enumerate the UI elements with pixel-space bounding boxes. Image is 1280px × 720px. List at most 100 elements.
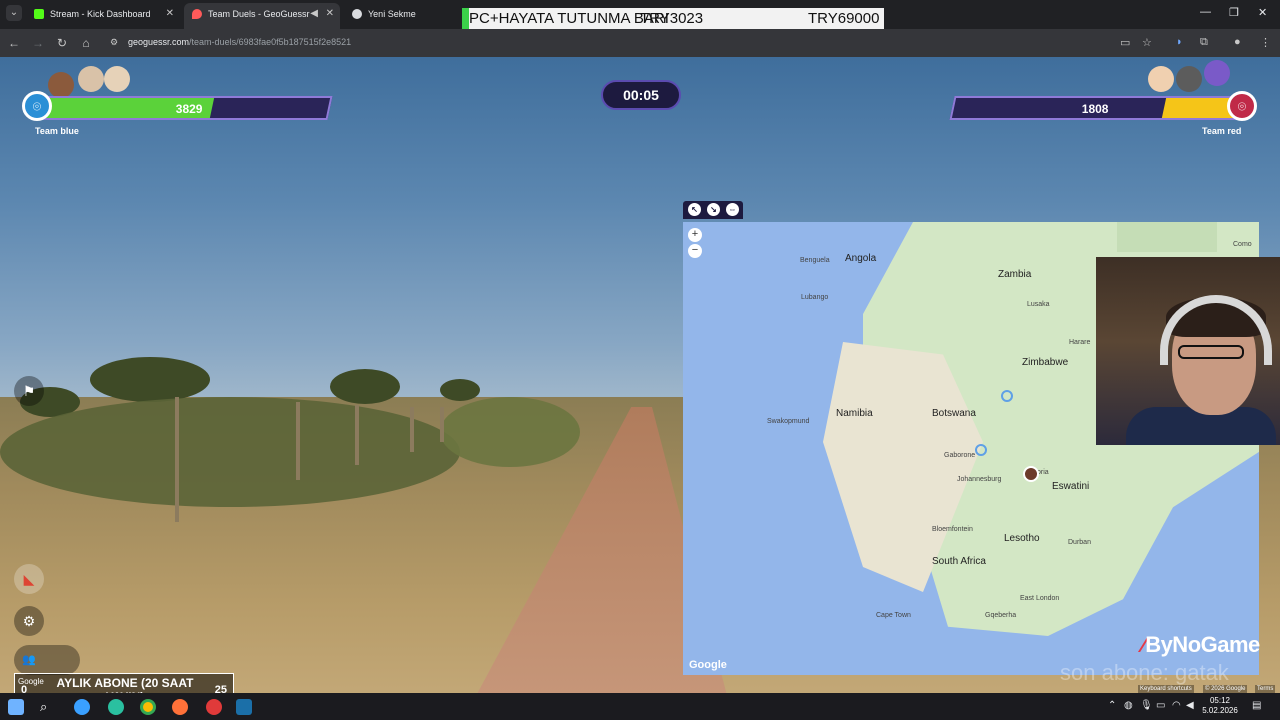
clock-time: 05:12	[1209, 696, 1231, 705]
close-icon[interactable]: ✕	[166, 3, 174, 25]
team-chat-button[interactable]: 👥	[14, 645, 80, 675]
close-icon[interactable]: ✕	[326, 3, 334, 25]
label-lusaka: Lusaka	[1027, 301, 1050, 308]
fence-post	[175, 397, 179, 522]
terms-link[interactable]: Terms	[1255, 685, 1276, 693]
url-host: geoguessr.com	[128, 37, 190, 47]
clock-date: 5.02.2026	[1202, 706, 1238, 715]
label-zambia: Zambia	[998, 269, 1032, 280]
team-red-pin-icon: ⌾	[1227, 91, 1257, 121]
url-path: /team-duels/6983fae0f5b187515f2e8521	[189, 37, 352, 47]
wifi-icon[interactable]: ◠	[1172, 700, 1181, 711]
team-icon: 👥	[22, 654, 36, 666]
player-avatar	[104, 66, 130, 92]
tab-new-tab[interactable]: Yeni Sekme	[344, 3, 454, 25]
map-shrink-icon[interactable]: ↖	[688, 203, 701, 216]
address-bar[interactable]: ⚙ geoguessr.com/team-duels/6983fae0f5b18…	[104, 33, 1134, 53]
goal-progress	[462, 8, 469, 29]
extension-icon[interactable]: ◗	[1176, 36, 1183, 48]
cast-icon[interactable]: ▭	[1120, 36, 1130, 49]
restore-icon[interactable]: ❐	[1229, 6, 1239, 19]
streamer-webcam	[1096, 257, 1280, 445]
label-johannesburg: Johannesburg	[957, 476, 1002, 483]
team-blue-label: Team blue	[35, 126, 79, 136]
forward-icon[interactable]: →	[30, 35, 46, 51]
label-namibia: Namibia	[836, 408, 873, 419]
tab-geoguessr[interactable]: Team Duels - GeoGuessr ◀ ✕	[184, 3, 340, 29]
player-guess-pin[interactable]	[1023, 466, 1039, 482]
profile-avatar-icon[interactable]: ●	[1234, 36, 1241, 48]
goal-title: PC+HAYATA TUTUNMA BARI	[469, 10, 669, 27]
notifications-icon[interactable]: ▤	[1252, 700, 1261, 711]
land-north	[1117, 222, 1217, 252]
team-red-score: 1808	[1081, 102, 1109, 116]
menu-kebab-icon[interactable]: ⋮	[1260, 36, 1271, 49]
label-comoros: Como	[1233, 241, 1252, 248]
goal-current: TRY3023	[640, 10, 704, 27]
browser-toolbar: ← → ↻ ⌂ ⚙ geoguessr.com/team-duels/6983f…	[0, 29, 1280, 57]
label-east-london: East London	[1020, 595, 1060, 602]
firefox-icon[interactable]	[172, 699, 188, 715]
kick-icon	[34, 9, 44, 19]
fence-post	[355, 405, 359, 465]
reload-icon[interactable]: ↻	[54, 35, 70, 51]
team-red-health-bar: 1808	[949, 96, 1247, 120]
fence-post	[440, 407, 444, 442]
bookmark-star-icon[interactable]: ☆	[1142, 36, 1152, 49]
close-window-icon[interactable]: ✕	[1258, 6, 1267, 19]
glasses	[1178, 345, 1244, 359]
keyboard-shortcuts-link[interactable]: Keyboard shortcuts	[1138, 685, 1194, 693]
system-clock[interactable]: 05:12 5.02.2026	[1200, 696, 1240, 716]
obs-icon[interactable]	[206, 699, 222, 715]
windows-start-icon[interactable]	[8, 699, 24, 715]
street-view-google-logo: Google	[18, 677, 44, 686]
map-expand-icon[interactable]: ↘	[707, 203, 720, 216]
goal-target: TRY69000	[808, 10, 880, 27]
player-avatar	[1148, 66, 1174, 92]
map-copyright: © 2026 Google	[1203, 685, 1248, 693]
label-durban: Durban	[1068, 539, 1091, 546]
google-logo: Google	[689, 659, 727, 671]
tree	[440, 379, 480, 401]
map-pin-toggle-icon[interactable]: ⇔	[726, 203, 739, 216]
settings-gear-icon[interactable]: ⚙	[14, 606, 44, 636]
guess-marker	[1001, 390, 1013, 402]
label-zimbabwe: Zimbabwe	[1022, 357, 1069, 368]
compass-icon[interactable]: ◣	[14, 564, 44, 594]
microphone-icon[interactable]: 🎙	[1140, 700, 1153, 711]
tab-search-button[interactable]: ⌄	[6, 5, 22, 21]
donation-goal-overlay: PC+HAYATA TUTUNMA BARI TRY3023 TRY69000	[462, 8, 884, 29]
zoom-out-button[interactable]: −	[688, 244, 702, 258]
back-icon[interactable]: ←	[6, 35, 22, 51]
chrome-icon[interactable]	[140, 699, 156, 715]
app-icon[interactable]	[108, 699, 124, 715]
minimize-icon[interactable]: —	[1200, 6, 1211, 18]
speaker-icon[interactable]: ◀	[310, 3, 318, 25]
extensions-puzzle-icon[interactable]: ⧉	[1200, 36, 1208, 49]
fence-post	[410, 407, 414, 452]
team-blue-health-bar: 3829	[33, 96, 333, 120]
map-toolbar: ↖ ↘ ⇔	[683, 201, 743, 219]
volume-icon[interactable]: ◀	[1186, 700, 1194, 711]
fence-post	[296, 402, 300, 480]
report-icon[interactable]: ⚑	[14, 376, 44, 406]
search-icon[interactable]: ⌕	[40, 699, 56, 715]
tab-kick-dashboard[interactable]: Stream - Kick Dashboard ✕	[26, 3, 180, 25]
player-avatar	[1176, 66, 1202, 92]
label-gqeberha: Gqeberha	[985, 612, 1017, 619]
tray-app-icon[interactable]: ◍	[1124, 700, 1133, 711]
tray-chevron-icon[interactable]: ⌃	[1108, 700, 1116, 711]
brand-name: ByNoGame	[1145, 632, 1260, 657]
player-avatar	[78, 66, 104, 92]
edge-icon[interactable]	[74, 699, 90, 715]
label-harare: Harare	[1069, 339, 1091, 346]
battery-icon[interactable]: ▭	[1156, 700, 1165, 711]
home-icon[interactable]: ⌂	[78, 35, 94, 51]
bushland	[0, 397, 460, 507]
site-info-icon[interactable]: ⚙	[110, 37, 118, 48]
steam-icon[interactable]	[236, 699, 252, 715]
guess-marker	[975, 444, 987, 456]
zoom-in-button[interactable]: +	[688, 228, 702, 242]
label-cape-town: Cape Town	[876, 612, 911, 619]
label-botswana: Botswana	[932, 408, 976, 419]
